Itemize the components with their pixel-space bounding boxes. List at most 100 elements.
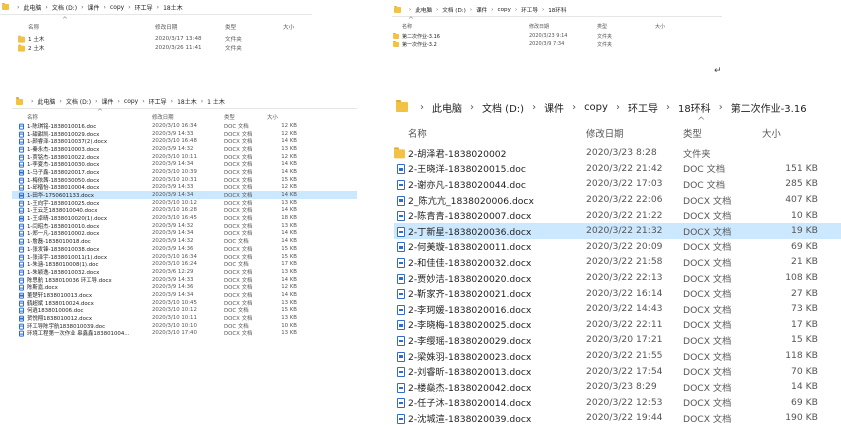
breadcrumb-segment[interactable]: 第二次作业-3.16 [731,100,807,115]
file-row[interactable]: 1-陈琪铭-1838010016.doc 2020/3/10 16:34 DOC 文… [12,122,357,130]
file-row[interactable]: 2-陈青青-1838020007.docx 2020/3/22 21:22 DOCX… [394,207,841,223]
file-row[interactable]: 1-马子鑫-1838020017.docx 2020/3/10 10:39 DOCX… [12,168,357,176]
file-row[interactable]: 2-何美璇-1838020011.docx 2020/3/22 20:09 DOCX… [394,239,841,255]
breadcrumb[interactable]: › 此电脑 › 文档 (D:) › 课件 › copy › 环工导 › 18土木 › 1 土木 [12,95,357,109]
file-row[interactable]: 1-闫昭杰-1838010010.docx 2020/3/9 14:32 DOCX … [12,222,357,230]
explorer-pane-18huanke: › 此电脑 › 文档 (D:) › 课件 › copy › 环工导 › 18环科 名称 修改日期 类型 大小… [392,4,722,70]
file-row[interactable]: 陈斯嘉.docx 2020/3/9 14:36 DOCX 文档 12 KB [12,283,357,291]
file-row[interactable]: 2-李珂媛-1838020016.docx 2020/3/22 14:43 DOCX… [394,301,841,317]
file-row[interactable]: 2_陈亢亢_1838020006.docx 2020/3/22 22:06 DOCX… [394,192,841,208]
breadcrumb-segment[interactable]: 环工导 [628,100,658,115]
file-row[interactable]: 2-谢亦凡-1838020044.doc 2020/3/22 17:03 DOC 文… [394,176,841,192]
file-row[interactable]: 2-梁姝羽-1838020023.docx 2020/3/22 21:55 DOCX… [394,348,841,364]
file-row[interactable]: 2-李缨瑶-1838020029.docx 2020/3/20 17:21 DOCX… [394,332,841,348]
breadcrumb-segment[interactable]: 文档 (D:) [66,97,91,106]
file-row[interactable]: 1-王云芝1838010040.docx 2020/3/10 16:28 DOCX … [12,207,357,214]
file-row[interactable]: 1-颜睿泽-1838010037(2).docx 2020/3/10 16:48 D… [12,137,357,145]
column-header-name[interactable]: 名称 [408,126,584,140]
column-header-size[interactable]: 大小 [267,113,297,121]
file-row[interactable]: 2 土木 2020/3/26 11:41 文件夹 [0,44,312,54]
file-row[interactable]: 2-靳家齐-1838020021.docx 2020/3/22 16:14 DOCX… [394,285,841,301]
file-row[interactable]: 1 土木 2020/3/17 13:48 文件夹 [0,34,312,44]
file-row[interactable]: 1-张发锋-1838010038.docx 2020/3/9 14:36 DOCX … [12,245,357,253]
column-header-size[interactable]: 大小 [283,23,311,31]
breadcrumb-segment[interactable]: 环工导 [135,3,153,12]
column-header-type[interactable]: 类型 [224,113,266,121]
breadcrumb[interactable]: › 此电脑 › 文档 (D:) › 课件 › copy › 环工导 › 18环科 › 第二次作业-3.16 [394,95,841,119]
file-row[interactable]: 环工导陈宇航1838010039.doc 2020/3/10 10:10 DOC 文… [12,322,357,330]
breadcrumb-segment[interactable]: 课件 [544,100,564,115]
breadcrumb[interactable]: › 此电脑 › 文档 (D:) › 课件 › copy › 环工导 › 18土木 [0,0,312,15]
file-row[interactable]: 1-朱涵-1838010008(1).doc 2020/3/10 16:24 DOC… [12,260,357,268]
column-header-name[interactable]: 名称 [27,113,152,121]
file-row[interactable]: 1-王卓晴-1838010020(1).docx 2020/3/10 16:45 D… [12,214,357,222]
file-row[interactable]: 1-秦永杰-1838010003.docx 2020/3/9 14:32 DOCX … [12,145,357,153]
file-row[interactable]: 1-梅依茜-1838030050.docx 2020/3/10 10:31 DOCX… [12,176,357,184]
file-row[interactable]: 1-詹磊-1838010018.doc 2020/3/9 14:32 DOC 文档 1… [12,237,357,245]
file-row[interactable]: 1-田华-1750601133.docx 2020/3/9 14:34 DOCX 文… [12,191,357,199]
file-row[interactable]: 第二次作业-3.16 2020/3/23 9:14 文件夹 [392,32,722,40]
file-row[interactable]: 鹤超斌 1838010024.docx 2020/3/10 10:45 DOCX 文… [12,299,357,307]
file-row[interactable]: 1-贾铭杰-1838010022.docx 2020/3/10 10:11 DOCX… [12,153,357,161]
column-header-date[interactable]: 修改日期 [529,23,593,30]
column-header-type[interactable]: 类型 [225,23,280,31]
file-row[interactable]: 陈思航 1838010036 环工导.docx 2020/3/9 14:33 DOC… [12,276,357,284]
file-row[interactable]: 2-李晓梅-1838020025.docx 2020/3/22 22:11 DOCX… [394,317,841,333]
file-row[interactable]: 2-王晓洋-1838020015.doc 2020/3/22 21:42 DOC 文… [394,161,841,177]
file-date: 2020/3/10 16:48 [152,138,197,145]
breadcrumb-segment[interactable]: 18环科 [678,100,711,115]
column-header-size[interactable]: 大小 [655,23,683,30]
breadcrumb-segment[interactable]: 18土木 [163,3,183,12]
breadcrumb-segment[interactable]: 1 土木 [207,97,225,106]
column-header-type[interactable]: 类型 [597,23,652,30]
file-row[interactable]: 1-李夏杰-1838010030.docx 2020/3/9 14:34 DOCX … [12,160,357,168]
column-header-name[interactable]: 名称 [28,23,148,31]
breadcrumb-segment[interactable]: 环工导 [521,6,538,14]
file-row[interactable]: 2-刘睿昕-1838020013.docx 2020/3/22 17:54 DOCX… [394,363,841,379]
breadcrumb-segment[interactable]: copy [498,7,511,13]
file-size: 14 KB [281,192,297,199]
breadcrumb-segment[interactable]: 文档 (D:) [52,3,77,12]
file-row[interactable]: 2-贾妙洁-1838020020.docx 2020/3/22 22:13 DOCX… [394,270,841,286]
breadcrumb-segment[interactable]: copy [584,102,608,113]
breadcrumb-segment[interactable]: copy [110,4,124,11]
breadcrumb-segment[interactable]: 18土木 [177,97,197,106]
file-size: 12 KB [281,153,297,160]
breadcrumb-segment[interactable]: 课件 [101,97,113,106]
file-row[interactable]: 1-朱颖逸-1838010032.docx 2020/3/6 12:29 DOCX … [12,268,357,276]
breadcrumb-segment[interactable]: 此电脑 [37,97,55,106]
breadcrumb-segment[interactable]: 环工导 [149,97,167,106]
file-row[interactable]: 何逍1838010006.doc 2020/3/10 10:12 DOC 文档 15 … [12,307,357,314]
column-header-type[interactable]: 类型 [683,126,763,140]
file-row[interactable]: 2-沈城渲-1838020039.docx 2020/3/22 19:44 DOCX… [394,410,841,425]
breadcrumb-segment[interactable]: 课件 [87,3,99,12]
column-header-size[interactable]: 大小 [762,126,814,140]
column-header-date[interactable]: 修改日期 [155,23,223,31]
breadcrumb-segment[interactable]: 文档 (D:) [482,100,524,115]
file-row[interactable]: 第一次作业-3.2 2020/3/9 7:34 文件夹 [392,40,722,48]
file-row[interactable]: 董楚轩1838010013.docx 2020/3/9 14:34 DOCX 文档 1… [12,291,357,299]
file-row[interactable]: 1-王向宇-1838010025.docx 2020/3/10 10:12 DOCX… [12,199,357,207]
file-row[interactable]: 2-任子沐-1838020014.docx 2020/3/22 12:53 DOCX… [394,395,841,411]
breadcrumb-segment[interactable]: 此电脑 [415,6,432,14]
file-row[interactable]: 2-丁新星-1838020036.docx 2020/3/22 21:32 DOCX… [394,222,841,239]
column-header-date[interactable]: 修改日期 [586,126,681,140]
file-row[interactable]: 2-楼燊杰-1838020042.docx 2020/3/23 8:29 DOCX … [394,379,841,395]
file-row[interactable]: 贺悦翔1838010012.docx 2020/3/10 10:11 DOCX 文档… [12,314,357,322]
file-row[interactable]: 环境工程第一次作业 皋鑫鑫183801004... 2020/3/10 17:40… [12,330,357,337]
breadcrumb[interactable]: › 此电脑 › 文档 (D:) › 课件 › copy › 环工导 › 18环科 [392,4,722,17]
breadcrumb-segment[interactable]: 18环科 [548,6,566,14]
breadcrumb-segment[interactable]: 文档 (D:) [442,6,466,14]
file-row[interactable]: 2-和佳佳-1838020032.docx 2020/3/22 21:58 DOCX… [394,254,841,270]
breadcrumb-segment[interactable]: 此电脑 [432,100,462,115]
breadcrumb-segment[interactable]: 此电脑 [23,3,41,12]
file-row[interactable]: 2-胡泽君-1838020002 2020/3/23 8:28 文件夹 [394,145,841,161]
file-row[interactable]: 1-邱楷怡-1838010004.docx 2020/3/9 14:33 DOCX … [12,184,357,191]
file-row[interactable]: 1-郑一凡-1838010002.docx 2020/3/9 14:34 DOCX … [12,230,357,237]
breadcrumb-segment[interactable]: 课件 [476,6,487,14]
breadcrumb-segment[interactable]: copy [124,98,138,105]
file-row[interactable]: 1-甜甜凯-1838010029.docx 2020/3/9 14:33 DOCX … [12,130,357,138]
column-header-date[interactable]: 修改日期 [152,113,222,121]
column-header-name[interactable]: 名称 [402,23,522,30]
file-row[interactable]: 1-张泽宇-1838010011(1).docx 2020/3/10 16:34 D… [12,253,357,261]
